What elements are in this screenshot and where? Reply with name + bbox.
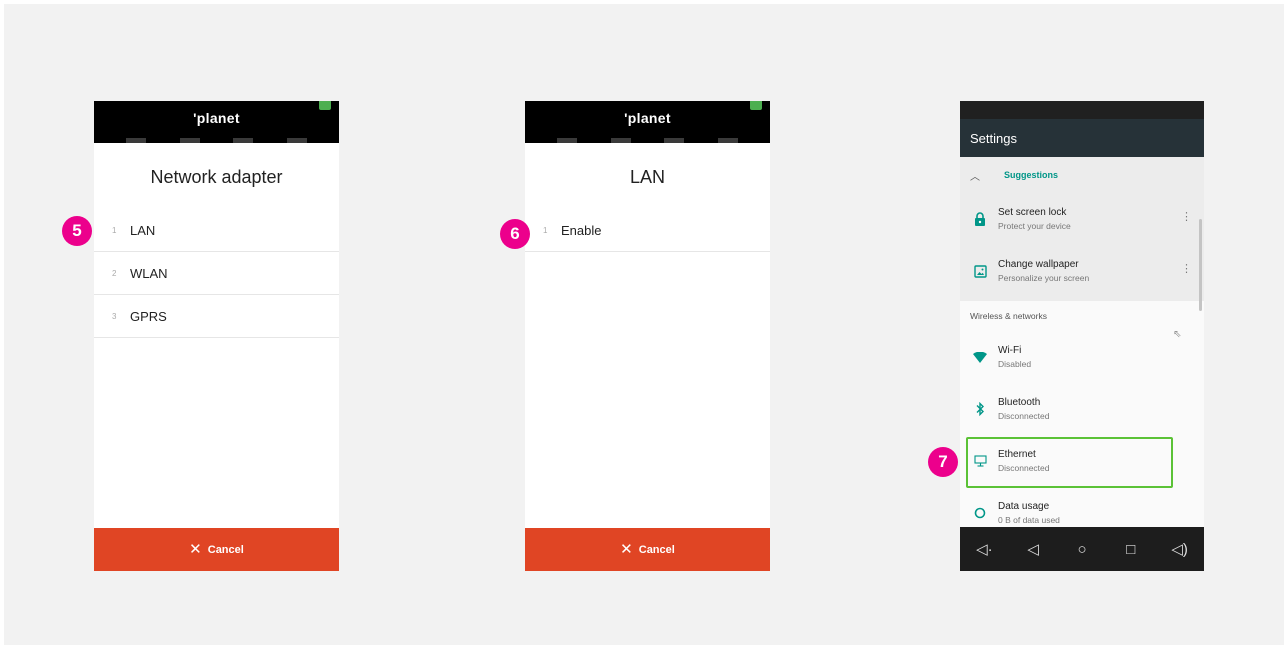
item-texts: Change wallpaper Personalize your screen	[998, 259, 1089, 283]
lan-options-list: 1 Enable	[525, 209, 770, 252]
wallpaper-icon	[962, 264, 998, 278]
item-subtitle: Personalize your screen	[998, 273, 1090, 283]
list-item-wlan[interactable]: 2 WLAN	[94, 252, 339, 295]
item-title: Data usage	[998, 501, 1050, 512]
planet-logo: 'planet	[193, 110, 240, 126]
planet-logo: 'planet	[624, 110, 671, 126]
list-item-lan[interactable]: 1 LAN	[94, 209, 339, 252]
header-tab	[610, 138, 631, 143]
item-label: Enable	[561, 222, 602, 238]
settings-item-wifi[interactable]: Wi-Fi Disabled	[960, 331, 1204, 383]
network-adapter-screen: 'planet Network adapter 1 LAN 2 WLAN 3 G…	[94, 101, 339, 571]
item-texts: Bluetooth Disconnected	[998, 397, 1050, 421]
adapter-list: 1 LAN 2 WLAN 3 GPRS	[94, 209, 339, 338]
item-subtitle: Protect your device	[998, 221, 1071, 231]
suggestion-change-wallpaper[interactable]: Change wallpaper Personalize your screen…	[960, 245, 1204, 297]
step-badge-5: 5	[62, 216, 92, 246]
section-header: Wireless & networks	[970, 311, 1047, 321]
header-tab	[233, 138, 254, 143]
item-number: 1	[112, 225, 117, 235]
cancel-label: Cancel	[207, 543, 244, 556]
item-label: GPRS	[130, 308, 167, 324]
android-settings-screen: Settings ︿ Suggestions Set screen lock P…	[960, 101, 1204, 571]
header-tabs	[126, 138, 307, 143]
header-tab	[664, 138, 685, 143]
more-vert-icon[interactable]: ⋮	[1181, 264, 1192, 275]
item-subtitle: 0 B of data used	[998, 515, 1060, 525]
chevron-up-icon: ︿	[970, 171, 980, 183]
more-vert-icon[interactable]: ⋮	[1181, 212, 1192, 223]
item-texts: Data usage 0 B of data used	[998, 501, 1060, 525]
item-title: Bluetooth	[998, 397, 1041, 408]
settings-item-bluetooth[interactable]: Bluetooth Disconnected	[960, 383, 1204, 435]
header-tabs	[557, 138, 738, 143]
item-number: 1	[543, 225, 548, 235]
item-title: Set screen lock	[998, 207, 1067, 218]
cancel-button[interactable]: ✕ Cancel	[525, 528, 770, 571]
header-tab	[717, 138, 738, 143]
scrollbar[interactable]	[1199, 219, 1202, 311]
settings-toolbar: Settings	[960, 119, 1204, 157]
bluetooth-icon	[962, 402, 998, 416]
home-icon[interactable]: ○	[1070, 541, 1094, 558]
item-subtitle: Disabled	[998, 359, 1032, 369]
item-texts: Wi-Fi Disabled	[998, 345, 1031, 369]
header-tab	[126, 138, 146, 143]
lan-screen: 'planet LAN 1 Enable ✕ Cancel	[525, 101, 770, 571]
item-texts: Set screen lock Protect your device	[998, 207, 1071, 231]
lock-icon	[962, 212, 998, 226]
close-icon: ✕	[620, 541, 633, 558]
suggestions-header[interactable]: ︿ Suggestions	[960, 157, 1204, 193]
back-icon[interactable]: ◁	[1021, 540, 1045, 558]
header-tab	[179, 138, 200, 143]
toolbar-title: Settings	[970, 130, 1017, 146]
item-title: Change wallpaper	[998, 259, 1079, 270]
close-icon: ✕	[189, 541, 202, 558]
header-tab	[286, 138, 307, 143]
mouse-cursor-icon: ⇖	[1173, 329, 1182, 340]
suggestions-label: Suggestions	[1004, 170, 1059, 180]
cancel-label: Cancel	[638, 543, 675, 556]
recents-icon[interactable]: □	[1119, 541, 1143, 558]
ethernet-highlight-box	[966, 437, 1173, 488]
step-badge-6: 6	[500, 219, 530, 249]
page-title: LAN	[629, 167, 665, 187]
suggestion-set-screen-lock[interactable]: Set screen lock Protect your device ⋮	[960, 193, 1204, 245]
android-nav-bar: ◁· ◁ ○ □ ◁)	[960, 527, 1204, 571]
status-bar	[960, 101, 1204, 119]
volume-down-icon[interactable]: ◁·	[972, 540, 996, 558]
battery-icon	[750, 101, 762, 110]
volume-up-icon[interactable]: ◁)	[1168, 540, 1192, 558]
header-tab	[557, 138, 577, 143]
item-subtitle: Disconnected	[998, 411, 1050, 421]
settings-item-data-usage[interactable]: Data usage 0 B of data used	[960, 487, 1204, 527]
item-number: 2	[112, 268, 117, 278]
suggestions-block: ︿ Suggestions Set screen lock Protect yo…	[960, 157, 1204, 301]
item-label: WLAN	[130, 265, 168, 281]
list-item-gprs[interactable]: 3 GPRS	[94, 295, 339, 338]
list-item-enable[interactable]: 1 Enable	[525, 209, 770, 252]
page-title: Network adapter	[150, 167, 283, 187]
cancel-button[interactable]: ✕ Cancel	[94, 528, 339, 571]
item-number: 3	[112, 311, 117, 321]
item-label: LAN	[130, 222, 156, 238]
battery-icon	[319, 101, 331, 110]
item-title: Wi-Fi	[998, 345, 1022, 356]
step-badge-7: 7	[928, 447, 958, 477]
planet-header: 'planet	[525, 101, 770, 143]
planet-header: 'planet	[94, 101, 339, 143]
data-usage-icon	[962, 507, 998, 519]
wifi-icon	[962, 351, 998, 363]
